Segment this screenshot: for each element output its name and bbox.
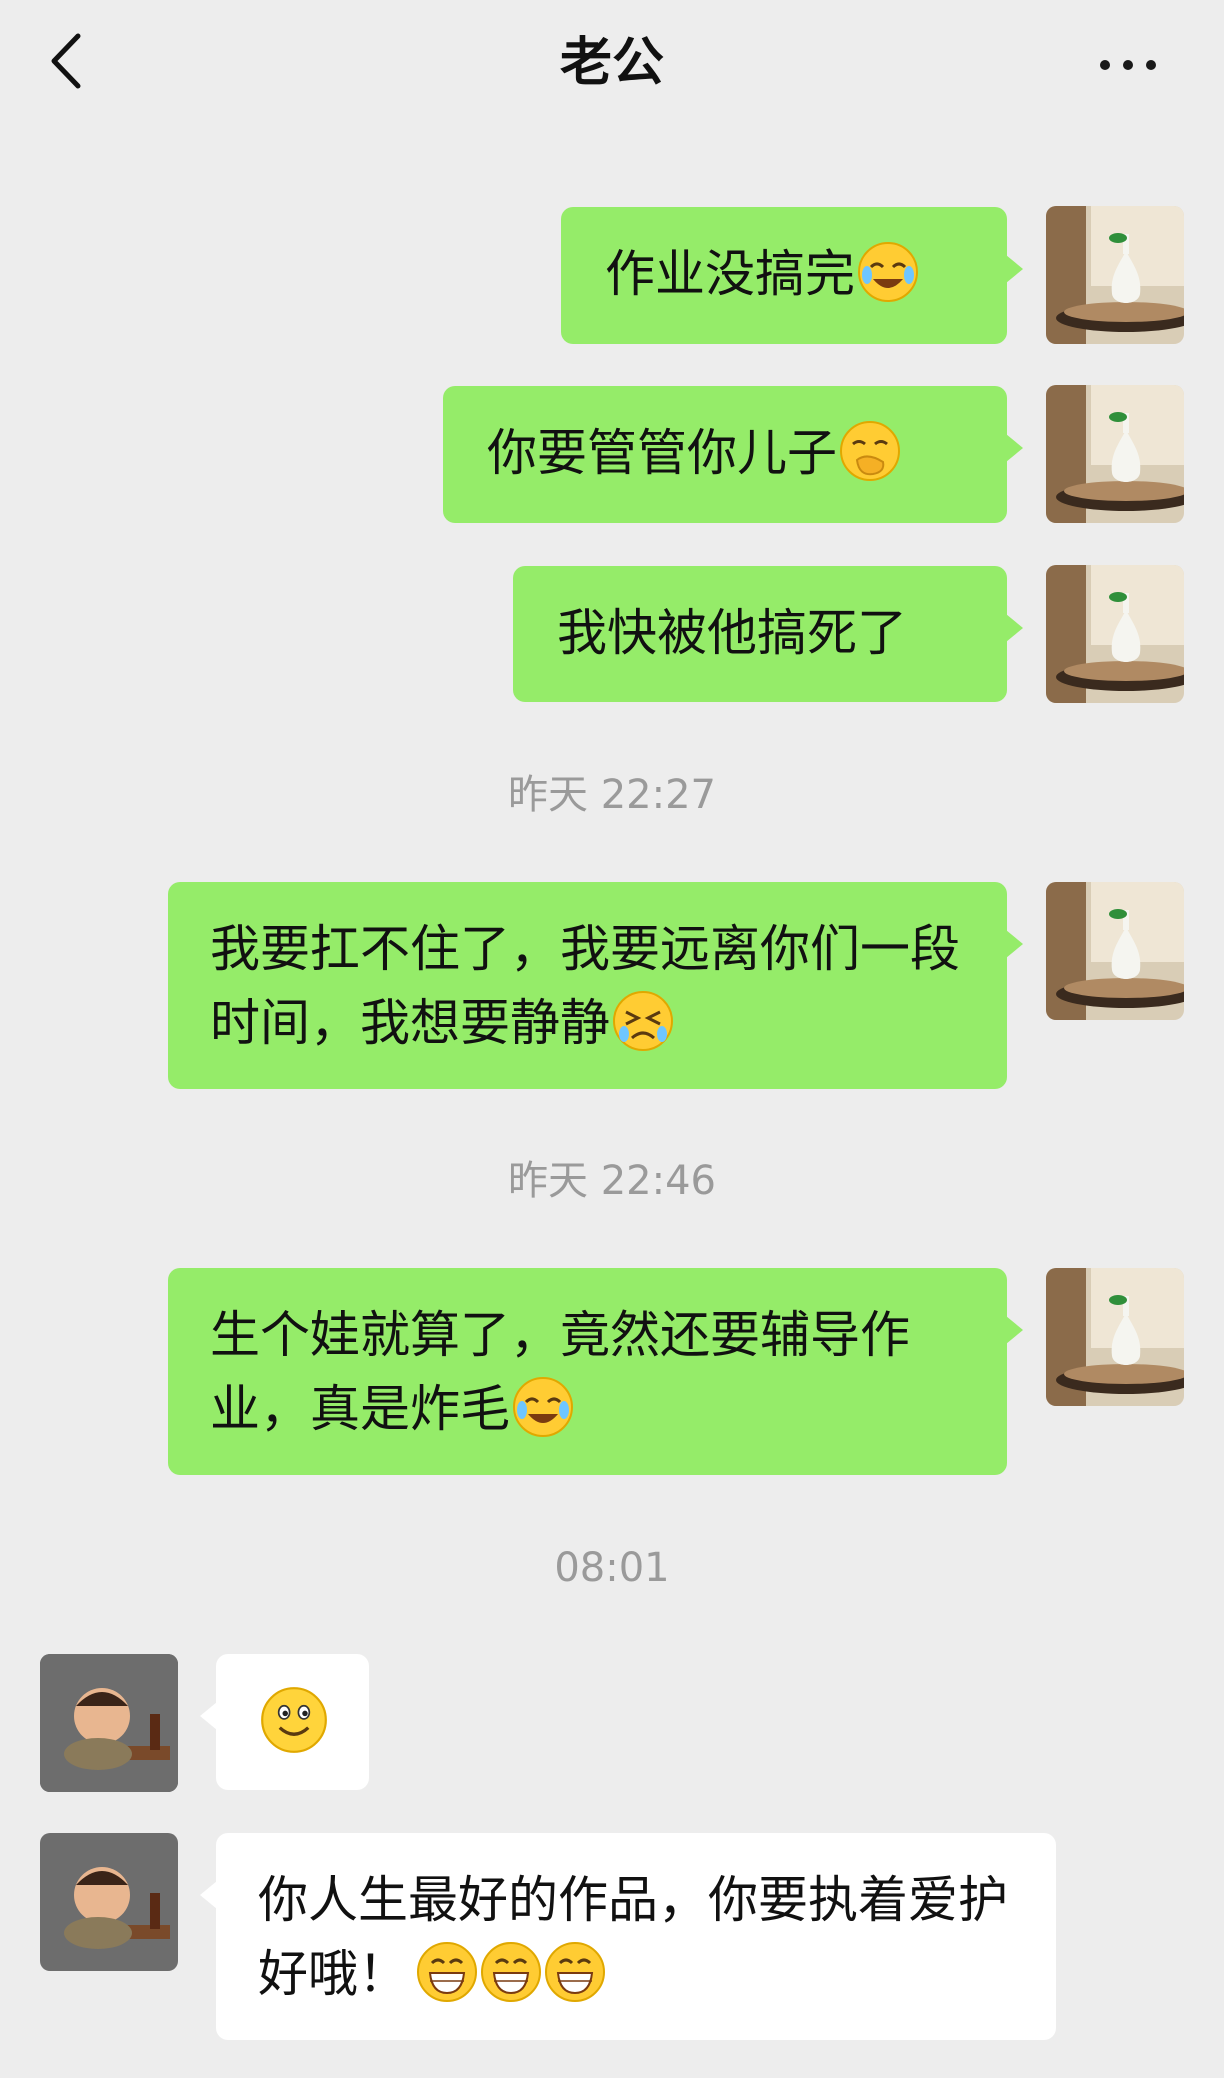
grin-emoji bbox=[545, 1942, 605, 2002]
message-bubble-out[interactable]: 作业没搞完 bbox=[561, 207, 1023, 344]
message-text: 我快被他搞死了 bbox=[557, 604, 907, 662]
message-bubble-in[interactable] bbox=[200, 1654, 369, 1790]
chat-screen: 老公 作业没搞完 你要管管你儿子 我快被他搞死了 昨天 22:27 我要扛不住了… bbox=[0, 0, 1224, 2078]
more-dots-icon bbox=[1100, 60, 1110, 70]
my-avatar[interactable] bbox=[1046, 882, 1184, 1020]
cry-laugh-emoji bbox=[513, 1377, 573, 1437]
grin-emoji bbox=[417, 1942, 477, 2002]
crying-emoji bbox=[613, 991, 673, 1051]
message-bubble-out[interactable]: 生个娃就算了，竟然还要辅导作业，真是炸毛 bbox=[168, 1268, 1023, 1475]
message-bubble-out[interactable]: 你要管管你儿子 bbox=[443, 386, 1023, 523]
message-text: 我要扛不住了，我要远离你们一段时间，我想要静静 bbox=[210, 920, 960, 1052]
message-text: 作业没搞完 bbox=[605, 245, 855, 303]
my-avatar[interactable] bbox=[1046, 565, 1184, 703]
chat-header: 老公 bbox=[0, 0, 1224, 130]
smile-emoji bbox=[261, 1687, 327, 1753]
my-avatar[interactable] bbox=[1046, 206, 1184, 344]
message-bubble-out[interactable]: 我快被他搞死了 bbox=[513, 566, 1023, 702]
contact-avatar[interactable] bbox=[40, 1833, 178, 1971]
message-bubble-in[interactable]: 你人生最好的作品，你要执着爱护好哦！ bbox=[200, 1833, 1056, 2040]
message-text: 你人生最好的作品，你要执着爱护好哦！ bbox=[258, 1871, 1008, 2003]
timestamp: 昨天 22:46 bbox=[508, 1158, 716, 1204]
grin-emoji bbox=[481, 1942, 541, 2002]
message-bubble-out[interactable]: 我要扛不住了，我要远离你们一段时间，我想要静静 bbox=[168, 882, 1023, 1089]
contact-avatar[interactable] bbox=[40, 1654, 178, 1792]
my-avatar[interactable] bbox=[1046, 1268, 1184, 1406]
timestamp: 08:01 bbox=[554, 1545, 670, 1591]
more-options-button[interactable] bbox=[1088, 36, 1168, 92]
timestamp: 昨天 22:27 bbox=[508, 772, 716, 818]
message-text: 你要管管你儿子 bbox=[487, 424, 837, 482]
my-avatar[interactable] bbox=[1046, 385, 1184, 523]
hand-over-mouth-emoji bbox=[840, 421, 900, 481]
chat-title: 老公 bbox=[559, 33, 664, 93]
cry-laugh-emoji bbox=[858, 242, 918, 302]
